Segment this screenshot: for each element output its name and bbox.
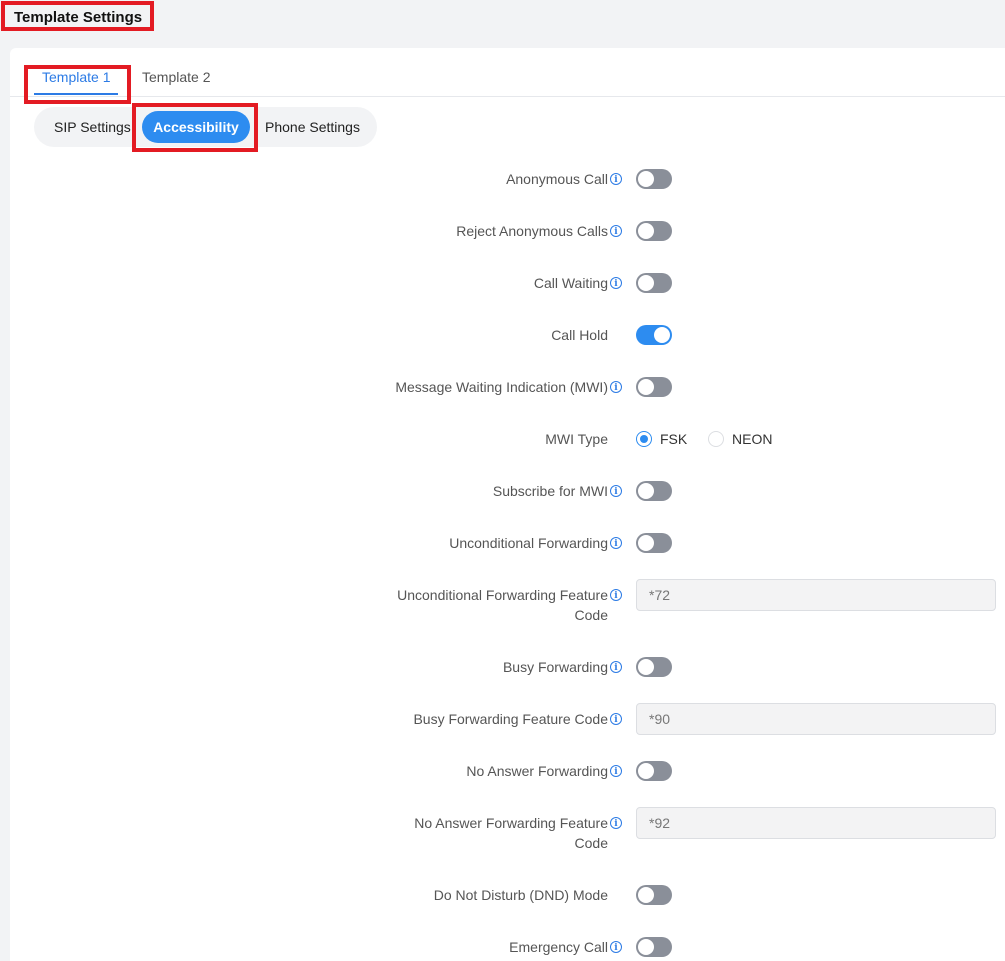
tab-template-1[interactable]: Template 1	[42, 69, 110, 85]
dnd-mode-label: Do Not Disturb (DND) Mode	[433, 887, 608, 903]
unconditional-forwarding-code-label: Unconditional Forwarding Feature	[397, 587, 608, 603]
dnd-mode-toggle[interactable]	[636, 885, 672, 905]
mwi-toggle[interactable]	[636, 377, 672, 397]
mwi-label: Message Waiting Indication (MWI)	[395, 379, 608, 395]
info-icon[interactable]: i	[610, 661, 622, 673]
subtab-phone-settings[interactable]: Phone Settings	[265, 117, 360, 137]
info-icon[interactable]: i	[610, 173, 622, 185]
busy-forwarding-label: Busy Forwarding	[502, 659, 608, 675]
mwi-type-label: MWI Type	[545, 431, 608, 447]
page-title: Template Settings	[1, 1, 155, 31]
anonymous-call-toggle[interactable]	[636, 169, 672, 189]
info-icon[interactable]: i	[610, 941, 622, 953]
emergency-call-toggle[interactable]	[636, 937, 672, 957]
info-icon[interactable]: i	[610, 225, 622, 237]
mwi-type-neon-radio[interactable]	[708, 431, 724, 447]
info-icon[interactable]: i	[610, 537, 622, 549]
call-waiting-toggle[interactable]	[636, 273, 672, 293]
anonymous-call-label: Anonymous Call	[506, 171, 608, 187]
settings-card: Template 1 Template 2 SIP Settings Acces…	[10, 48, 1005, 961]
unconditional-forwarding-code-label-2: Code	[574, 607, 608, 623]
subscribe-mwi-toggle[interactable]	[636, 481, 672, 501]
subscribe-mwi-label: Subscribe for MWI	[492, 483, 608, 499]
subtab-accessibility[interactable]: Accessibility	[142, 111, 250, 143]
no-answer-forwarding-code-label-2: Code	[574, 835, 608, 851]
busy-forwarding-code-input[interactable]: *90	[636, 703, 996, 735]
busy-forwarding-toggle[interactable]	[636, 657, 672, 677]
mwi-type-neon-label[interactable]: NEON	[732, 429, 772, 449]
reject-anonymous-calls-label: Reject Anonymous Calls	[456, 223, 608, 239]
info-icon[interactable]: i	[610, 589, 622, 601]
unconditional-forwarding-toggle[interactable]	[636, 533, 672, 553]
no-answer-forwarding-label: No Answer Forwarding	[466, 763, 608, 779]
mwi-type-fsk-label[interactable]: FSK	[660, 429, 687, 449]
emergency-call-label: Emergency Call	[509, 939, 608, 955]
info-icon[interactable]: i	[610, 381, 622, 393]
info-icon[interactable]: i	[610, 765, 622, 777]
call-hold-toggle[interactable]	[636, 325, 672, 345]
no-answer-forwarding-code-input[interactable]: *92	[636, 807, 996, 839]
info-icon[interactable]: i	[610, 817, 622, 829]
info-icon[interactable]: i	[610, 713, 622, 725]
info-icon[interactable]: i	[610, 485, 622, 497]
reject-anonymous-calls-toggle[interactable]	[636, 221, 672, 241]
settings-subtabs: SIP Settings Accessibility Phone Setting…	[34, 107, 377, 147]
tab-template-2[interactable]: Template 2	[142, 69, 210, 85]
active-tab-underline	[34, 93, 118, 95]
info-icon[interactable]: i	[610, 277, 622, 289]
template-tabs: Template 1 Template 2	[10, 48, 1005, 97]
call-hold-label: Call Hold	[551, 327, 608, 343]
subtab-sip-settings[interactable]: SIP Settings	[54, 117, 131, 137]
no-answer-forwarding-toggle[interactable]	[636, 761, 672, 781]
busy-forwarding-code-label: Busy Forwarding Feature Code	[413, 711, 608, 727]
unconditional-forwarding-label: Unconditional Forwarding	[449, 535, 608, 551]
no-answer-forwarding-code-label: No Answer Forwarding Feature	[414, 815, 608, 831]
mwi-type-fsk-radio[interactable]	[636, 431, 652, 447]
call-waiting-label: Call Waiting	[533, 275, 608, 291]
unconditional-forwarding-code-input[interactable]: *72	[636, 579, 996, 611]
